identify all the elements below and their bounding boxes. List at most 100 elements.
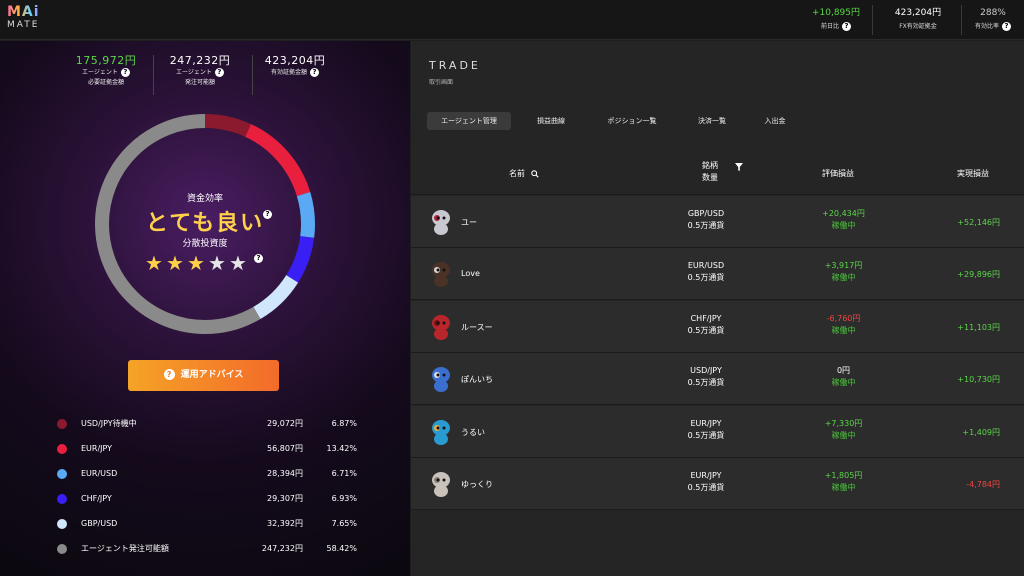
tab-agent-management[interactable]: エージェント管理 — [427, 112, 511, 130]
agent-avatar — [432, 314, 450, 340]
column-name[interactable]: 名前 — [509, 168, 539, 179]
status-badge: 稼働中 — [831, 273, 856, 283]
page-subtitle: 取引画面 — [429, 79, 454, 86]
table-row[interactable]: うるい EUR/JPY 0.5万通貨 +7,330円 稼働中 +1,409円 — [411, 405, 1024, 458]
legend-label: CHF/JPY — [81, 494, 112, 503]
unrealized-value: +1,805円 — [824, 471, 863, 480]
help-icon[interactable]: ? — [120, 68, 130, 77]
tab-deposit-withdraw[interactable]: 入出金 — [751, 112, 799, 130]
top-bar: MAi MATE +10,895円 前日比? 423,204円 FX有効証拠金 … — [0, 0, 1024, 40]
stat-daily-change: +10,895円 前日比? — [808, 7, 864, 33]
star-icon: ★ — [166, 251, 185, 275]
agent-size: 0.5万通貨 — [687, 221, 725, 230]
unrealized-value: +3,917円 — [824, 261, 863, 271]
legend-label: USD/JPY待機中 — [81, 419, 137, 428]
filter-icon[interactable] — [735, 163, 743, 171]
stat-daily-change-value: +10,895円 — [811, 8, 861, 18]
column-unrealized[interactable]: 評価損益 — [822, 168, 854, 179]
column-realized[interactable]: 実現損益 — [957, 168, 989, 179]
legend-label: EUR/USD — [81, 469, 118, 478]
agent-unrealized: +20,434円 稼働中 — [796, 208, 891, 232]
stat-effective-margin: 423,204円 有効証拠金額? — [245, 54, 345, 78]
diversity-label: 分散投資度 — [182, 239, 228, 249]
help-icon[interactable]: ? — [254, 254, 263, 263]
unrealized-value: 0円 — [836, 366, 851, 376]
legend-item: GBP/USD 32,392円 7.65% — [57, 515, 357, 540]
legend-amount: 32,392円 — [267, 519, 303, 528]
agent-avatar — [432, 262, 450, 288]
legend-amount: 29,307円 — [267, 494, 303, 503]
portfolio-panel: 175,972円 エージェント? 必要証拠金額 247,232円 エージェント?… — [0, 41, 410, 576]
legend-amount: 56,807円 — [267, 444, 303, 453]
legend-item: エージェント発注可能額 247,232円 58.42% — [57, 540, 357, 565]
stat-orderable-label1: エージェント — [176, 69, 212, 76]
agent-unrealized: +1,805円 稼働中 — [796, 470, 891, 494]
tab-settlements[interactable]: 決済一覧 — [685, 112, 739, 130]
agent-pair: EUR/JPY — [690, 418, 722, 428]
stat-fx-margin: 423,204円 FX有効証拠金 — [886, 7, 950, 33]
stat-required-margin-label2: 必要証拠金額 — [87, 79, 124, 86]
agent-name: Love — [461, 269, 480, 279]
stat-effective-margin-label: 有効証拠金額 — [270, 69, 307, 76]
table-row[interactable]: ルースー CHF/JPY 0.5万通貨 -6,760円 稼働中 +11,103円 — [411, 300, 1024, 353]
stat-orderable-label2: 発注可能額 — [184, 79, 215, 86]
agent-size: 0.5万通貨 — [687, 430, 725, 440]
agent-symbol: EUR/JPY 0.5万通貨 — [671, 470, 741, 494]
star-icon: ★ — [208, 251, 227, 275]
speech-bubble-icon: ? — [163, 369, 175, 380]
legend-color-dot — [57, 519, 67, 529]
stat-margin-ratio-value: 288% — [980, 8, 1006, 18]
agent-symbol: CHF/JPY 0.5万通貨 — [671, 313, 741, 337]
agent-avatar — [432, 472, 450, 497]
column-name-label: 名前 — [509, 169, 525, 178]
help-icon[interactable]: ? — [310, 68, 319, 77]
help-icon[interactable]: ? — [842, 22, 851, 31]
realized-value: +52,146円 — [957, 218, 1000, 227]
help-icon[interactable]: ? — [263, 210, 272, 219]
legend-item: USD/JPY待機中 29,072円 6.87% — [57, 415, 357, 440]
investment-advice-button[interactable]: ? 運用アドバイス — [128, 360, 279, 391]
help-icon[interactable]: ? — [214, 68, 224, 77]
legend-percent: 7.65% — [331, 519, 357, 528]
stat-daily-change-label: 前日比 — [820, 23, 839, 30]
legend-percent: 6.93% — [331, 494, 357, 503]
star-icon: ★ — [229, 251, 248, 275]
column-size-label: 数量 — [702, 173, 718, 182]
table-row[interactable]: ぽんいち USD/JPY 0.5万通貨 0円 稼働中 +10,730円 — [411, 353, 1024, 406]
tab-positions[interactable]: ポジション一覧 — [591, 112, 673, 130]
status-badge: 稼働中 — [831, 483, 856, 492]
agent-avatar — [432, 419, 450, 445]
table-row[interactable]: ユー GBP/USD 0.5万通貨 +20,434円 稼働中 +52,146円 — [411, 196, 1024, 248]
realized-value: +29,896円 — [957, 270, 1000, 280]
agent-size: 0.5万通貨 — [687, 325, 725, 335]
table-row[interactable]: Love EUR/USD 0.5万通貨 +3,917円 稼働中 +29,896円 — [411, 248, 1024, 301]
agent-symbol: EUR/JPY 0.5万通貨 — [671, 418, 741, 442]
unrealized-value: -6,760円 — [826, 313, 861, 323]
efficiency-heading: 資金効率 — [186, 194, 223, 204]
agent-name: ルースー — [461, 322, 493, 332]
star-icon: ★ — [145, 251, 164, 275]
stat-fx-margin-value: 423,204円 — [894, 8, 942, 18]
unrealized-value: +20,434円 — [822, 209, 865, 218]
agent-name: ゆっくり — [461, 480, 493, 489]
legend-amount: 247,232円 — [261, 544, 303, 553]
help-icon[interactable]: ? — [1002, 22, 1011, 31]
legend-percent: 13.42% — [326, 444, 357, 453]
realized-value: +10,730円 — [957, 375, 1000, 385]
agent-pair: EUR/USD — [687, 261, 725, 271]
realized-value: -4,784円 — [966, 480, 1000, 489]
tab-pnl-curve[interactable]: 損益曲線 — [523, 112, 579, 130]
legend-label: GBP/USD — [81, 519, 118, 528]
agent-unrealized: -6,760円 稼働中 — [796, 313, 891, 337]
app-logo[interactable]: MAi MATE — [7, 5, 43, 31]
table-row[interactable]: ゆっくり EUR/JPY 0.5万通貨 +1,805円 稼働中 -4,784円 — [411, 458, 1024, 510]
search-icon[interactable] — [530, 169, 539, 178]
agent-avatar — [432, 210, 450, 235]
agent-name: うるい — [461, 427, 485, 437]
legend-color-dot — [57, 469, 67, 479]
stat-required-margin: 175,972円 エージェント? 必要証拠金額 — [56, 54, 156, 88]
agent-symbol: USD/JPY 0.5万通貨 — [671, 365, 741, 389]
agent-name: ユー — [461, 218, 477, 227]
efficiency-summary: 資金効率 とても良い ? 分散投資度 ★ ★ ★ ★ ★ ? — [92, 111, 318, 337]
agent-unrealized: 0円 稼働中 — [796, 365, 891, 389]
